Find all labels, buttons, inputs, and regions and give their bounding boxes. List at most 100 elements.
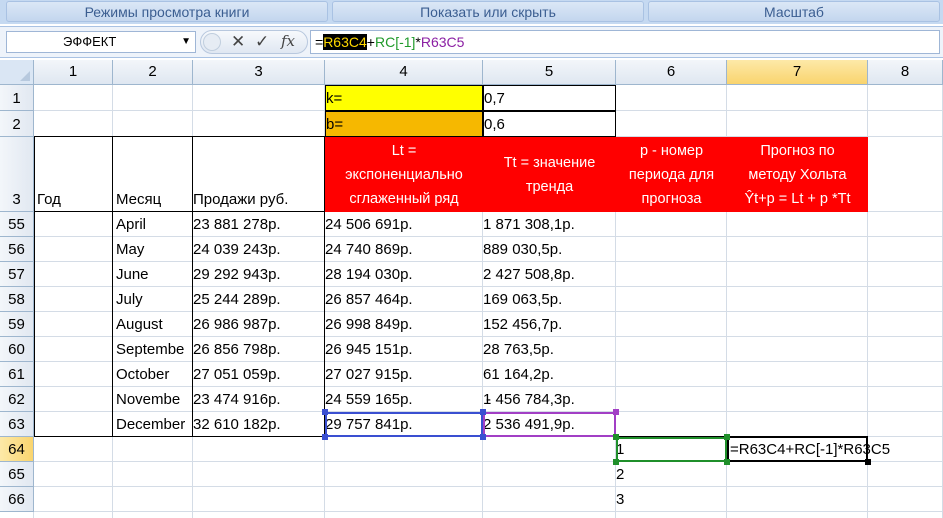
resize-handle-icon[interactable] — [724, 434, 730, 440]
resize-handle-icon[interactable] — [480, 434, 486, 440]
header-forecast[interactable]: Прогноз по методу Хольта Ŷt+p = Lt + p *… — [727, 137, 868, 212]
row-header-62[interactable]: 62 — [0, 387, 34, 412]
param-b-value[interactable]: 0,6 — [483, 111, 616, 137]
row-header-55[interactable]: 55 — [0, 212, 34, 237]
column-header-5[interactable]: 5 — [483, 60, 616, 85]
cell-lt[interactable]: 26 857 464р. — [325, 287, 483, 312]
resize-handle-icon[interactable] — [613, 434, 619, 440]
column-header-3[interactable]: 3 — [193, 60, 325, 85]
cell-sales[interactable]: 27 051 059р. — [193, 362, 325, 387]
row-header-59[interactable]: 59 — [0, 312, 34, 337]
ribbon-group-show-hide[interactable]: Показать или скрыть — [332, 1, 644, 22]
chevron-down-icon[interactable]: ▼ — [181, 32, 191, 52]
cancel-icon[interactable]: ✕ — [231, 32, 245, 52]
cell-lt[interactable]: 26 998 849р. — [325, 312, 483, 337]
row-header-65[interactable]: 65 — [0, 462, 34, 487]
cell-lt[interactable]: 24 740 869р. — [325, 237, 483, 262]
cell-tt-prefix: - — [486, 391, 491, 408]
gridline-horizontal — [34, 511, 943, 512]
cell-sales[interactable]: 23 881 278р. — [193, 212, 325, 237]
row-header-2[interactable]: 2 — [0, 111, 34, 137]
param-k-value[interactable]: 0,7 — [483, 85, 616, 111]
resize-handle-icon[interactable] — [480, 409, 486, 415]
header-tt[interactable]: Tt = значение тренда — [483, 137, 616, 212]
formula-input[interactable]: =R63C4+RC[-1]*R63C5 — [310, 30, 940, 54]
param-b-label[interactable]: b= — [325, 111, 483, 137]
select-all-button[interactable] — [0, 60, 34, 85]
cell-month[interactable]: December — [113, 412, 193, 437]
cell-period-p[interactable]: 3 — [616, 487, 727, 512]
param-k-label[interactable]: k= — [325, 85, 483, 111]
cell-month[interactable]: June — [113, 262, 193, 287]
cell-sales[interactable]: 25 244 289р. — [193, 287, 325, 312]
cell-month[interactable]: August — [113, 312, 193, 337]
resize-handle-icon[interactable] — [322, 409, 328, 415]
cell-month[interactable]: Septembe — [113, 337, 193, 362]
cell-tt[interactable]: 889 030,5р. — [483, 237, 616, 262]
ribbon-group-zoom[interactable]: Масштаб — [648, 1, 940, 22]
cell-lt[interactable]: 27 027 915р. — [325, 362, 483, 387]
column-header-6[interactable]: 6 — [616, 60, 727, 85]
table-border-left — [34, 137, 35, 437]
row-header-64[interactable]: 64 — [0, 437, 34, 462]
cell-tt[interactable]: 2 427 508,8р. — [483, 262, 616, 287]
fill-handle-icon[interactable] — [865, 459, 871, 465]
column-header-1[interactable]: 1 — [34, 60, 113, 85]
cell-sales[interactable]: 23 474 916р. — [193, 387, 325, 412]
header-p[interactable]: p - номер периода для прогноза — [616, 137, 727, 212]
row-header-60[interactable]: 60 — [0, 337, 34, 362]
row-header-1[interactable]: 1 — [0, 85, 34, 111]
cell-tt[interactable]: 152 456,7р. — [483, 312, 616, 337]
header-year[interactable]: Год — [34, 137, 113, 212]
cell-month[interactable]: April — [113, 212, 193, 237]
cell-sales[interactable]: 24 039 243р. — [193, 237, 325, 262]
column-header-4[interactable]: 4 — [325, 60, 483, 85]
cell-sales[interactable]: 26 986 987р. — [193, 312, 325, 337]
column-header-8[interactable]: 8 — [868, 60, 943, 85]
cell-sales[interactable]: 32 610 182р. — [193, 412, 325, 437]
resize-handle-icon[interactable] — [322, 434, 328, 440]
row-header-61[interactable]: 61 — [0, 362, 34, 387]
cell-month[interactable]: October — [113, 362, 193, 387]
name-box[interactable]: ЭФФЕКТ ▼ — [6, 31, 196, 53]
cell-month[interactable]: Novembe — [113, 387, 193, 412]
cell-tt[interactable]: 1 871 308,1р. — [483, 212, 616, 237]
resize-handle-icon[interactable] — [613, 459, 619, 465]
cell-lt[interactable]: 24 506 691р. — [325, 212, 483, 237]
cell-lt[interactable]: 26 945 151р. — [325, 337, 483, 362]
table-border-col4 — [324, 137, 325, 437]
cell-tt[interactable]: 169 063,5р. — [483, 287, 616, 312]
row-header-63[interactable]: 63 — [0, 412, 34, 437]
row-header-57[interactable]: 57 — [0, 262, 34, 287]
formula-buttons: ✕ ✓ fx — [200, 30, 308, 54]
header-month[interactable]: Месяц — [113, 137, 193, 212]
cell-month[interactable]: July — [113, 287, 193, 312]
table-border-col3 — [192, 137, 193, 437]
cell-sales[interactable]: 29 292 943р. — [193, 262, 325, 287]
row-header-58[interactable]: 58 — [0, 287, 34, 312]
header-sales[interactable]: Продажи руб. — [193, 137, 325, 212]
row-header-66[interactable]: 66 — [0, 487, 34, 512]
cell-tt[interactable]: 61 164,2р. — [483, 362, 616, 387]
formula-ref-lt: R63C4 — [323, 34, 367, 50]
formula-bar-toggle-icon[interactable] — [203, 33, 221, 51]
cell-month[interactable]: May — [113, 237, 193, 262]
row-header-56[interactable]: 56 — [0, 237, 34, 262]
cell-tt[interactable]: 28 763,5р. — [483, 337, 616, 362]
reference-box-tt — [483, 412, 616, 437]
enter-icon[interactable]: ✓ — [255, 32, 269, 52]
fx-icon[interactable]: fx — [281, 32, 295, 50]
column-header-7[interactable]: 7 — [727, 60, 868, 85]
formula-ref-p: RC[-1] — [374, 34, 416, 50]
cell-lt[interactable]: 24 559 165р. — [325, 387, 483, 412]
resize-handle-icon[interactable] — [613, 409, 619, 415]
cell-period-p[interactable]: 2 — [616, 462, 727, 487]
reference-box-lt — [325, 412, 483, 437]
column-header-2[interactable]: 2 — [113, 60, 193, 85]
cell-sales[interactable]: 26 856 798р. — [193, 337, 325, 362]
resize-handle-icon[interactable] — [724, 459, 730, 465]
ribbon-group-view-modes[interactable]: Режимы просмотра книги — [6, 1, 328, 22]
row-header-3[interactable]: 3 — [0, 137, 34, 212]
header-lt[interactable]: Lt = экспоненциально сглаженный ряд — [325, 137, 483, 212]
cell-lt[interactable]: 28 194 030р. — [325, 262, 483, 287]
